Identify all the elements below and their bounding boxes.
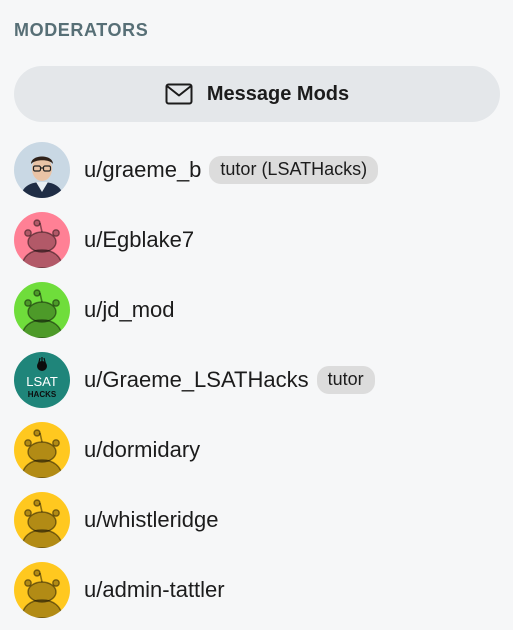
moderator-row[interactable]: u/admin-tattler — [14, 555, 504, 625]
moderator-row[interactable]: LSAT HACKS u/Graeme_LSATHacks tutor — [14, 345, 504, 415]
moderator-username[interactable]: u/Graeme_LSATHacks — [84, 367, 309, 393]
mail-icon — [165, 83, 193, 105]
moderator-row[interactable]: u/jd_mod — [14, 275, 504, 345]
moderator-username[interactable]: u/whistleridge — [84, 507, 219, 533]
moderator-username[interactable]: u/admin-tattler — [84, 577, 225, 603]
snoo-avatar-icon[interactable] — [14, 492, 70, 548]
moderator-row[interactable]: u/dormidary — [14, 415, 504, 485]
snoo-avatar-icon[interactable] — [14, 282, 70, 338]
moderator-username[interactable]: u/jd_mod — [84, 297, 175, 323]
section-title: MODERATORS — [14, 20, 149, 40]
moderator-username[interactable]: u/graeme_b — [84, 157, 201, 183]
moderator-row[interactable]: u/Egblake7 — [14, 205, 504, 275]
svg-text:HACKS: HACKS — [28, 390, 57, 399]
user-photo-avatar[interactable] — [14, 142, 70, 198]
message-mods-label: Message Mods — [206, 82, 350, 105]
snoo-avatar-icon[interactable] — [14, 562, 70, 618]
user-flair-badge: tutor (LSATHacks) — [209, 156, 379, 184]
snoo-avatar-icon[interactable] — [14, 212, 70, 268]
moderator-username[interactable]: u/dormidary — [84, 437, 200, 463]
moderator-row[interactable]: u/whistleridge — [14, 485, 504, 555]
user-flair-badge: tutor — [316, 366, 375, 394]
lsat-hacks-logo-avatar[interactable]: LSAT HACKS — [14, 352, 70, 408]
svg-text:LSAT: LSAT — [26, 374, 58, 389]
moderators-panel: MODERATORS Message Mods u/graeme_b tutor … — [0, 0, 513, 630]
snoo-avatar-icon[interactable] — [14, 422, 70, 478]
message-mods-button[interactable]: Message Mods — [14, 66, 500, 122]
moderator-row[interactable]: u/graeme_b tutor (LSATHacks) — [14, 135, 504, 205]
moderator-username[interactable]: u/Egblake7 — [84, 227, 194, 253]
moderator-list: u/graeme_b tutor (LSATHacks) u/Egblake7 u/j… — [14, 135, 504, 625]
